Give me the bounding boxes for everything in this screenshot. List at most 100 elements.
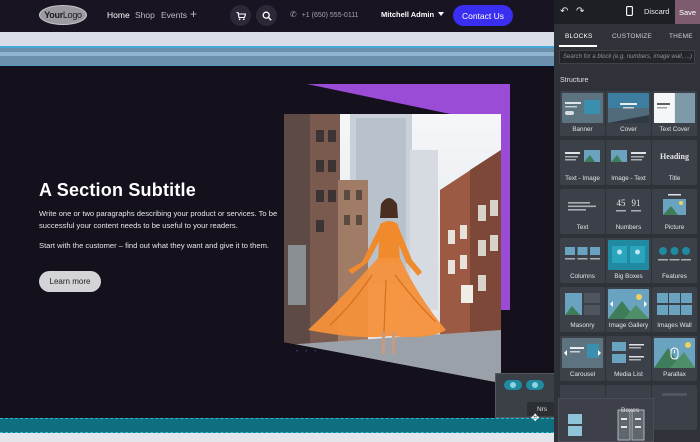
- section-divider-blue[interactable]: [0, 46, 554, 66]
- discard-button[interactable]: Discard: [644, 7, 669, 16]
- block-label: Banner: [572, 126, 593, 133]
- search-button[interactable]: [256, 5, 277, 26]
- site-navbar: Your Logo Home Shop Events + ✆ +1 (650) 55…: [0, 0, 554, 32]
- tab-blocks[interactable]: BLOCKS: [565, 33, 593, 40]
- website-preview: Your Logo Home Shop Events + ✆ +1 (650) 55…: [0, 0, 554, 442]
- drag-placeholder-block: [558, 398, 654, 442]
- street-photo: [284, 114, 501, 383]
- hero-paragraph-2[interactable]: Start with the customer – find out what …: [39, 240, 279, 252]
- block-label: Text Cover: [659, 126, 690, 133]
- phone-contact[interactable]: ✆ +1 (650) 555-0111: [290, 10, 358, 19]
- editor-screen: Your Logo Home Shop Events + ✆ +1 (650) 55…: [0, 0, 700, 442]
- block-row7-3[interactable]: [652, 385, 697, 430]
- block-label: Image Gallery: [608, 322, 649, 329]
- decorative-dots: •••: [296, 349, 324, 355]
- block-text-image[interactable]: Text - Image: [560, 140, 605, 185]
- block-image-gallery[interactable]: Image Gallery: [606, 287, 651, 332]
- block-carousel[interactable]: Carousel: [560, 336, 605, 381]
- section-divider-bottom: [0, 433, 554, 442]
- learn-more-button[interactable]: Learn more: [39, 271, 101, 292]
- nav-shop[interactable]: Shop: [135, 10, 155, 20]
- chevron-down-icon: [438, 12, 445, 16]
- user-menu[interactable]: Mitchell Admin: [381, 10, 445, 19]
- cart-icon: [236, 11, 246, 20]
- block-parallax[interactable]: Parallax: [652, 336, 697, 381]
- move-cursor-icon: ✥: [531, 413, 540, 424]
- tab-theme[interactable]: THEME: [669, 33, 693, 40]
- contact-us-button[interactable]: Contact Us: [453, 5, 513, 26]
- masonry-thumbnail: [562, 289, 603, 319]
- block-image-text[interactable]: Image - Text: [606, 140, 651, 185]
- block-masonry[interactable]: Masonry: [560, 287, 605, 332]
- block-big-boxes[interactable]: Big Boxes: [606, 238, 651, 283]
- tab-customize[interactable]: CUSTOMIZE: [612, 33, 652, 40]
- block-label: Parallax: [663, 371, 686, 378]
- block-features[interactable]: Features: [652, 238, 697, 283]
- user-name: Mitchell Admin: [381, 10, 435, 19]
- title-thumb-text: Heading: [660, 152, 689, 161]
- add-menu-item-icon[interactable]: +: [190, 8, 197, 20]
- block-picture[interactable]: Picture: [652, 189, 697, 234]
- numbers-thumb-a: 45: [617, 198, 627, 208]
- numbers-thumb-b: 91: [632, 198, 641, 208]
- cart-button[interactable]: [230, 5, 251, 26]
- block-cover[interactable]: Cover: [606, 91, 651, 136]
- undo-icon[interactable]: ↶: [560, 6, 568, 18]
- block-label: Text: [576, 224, 589, 231]
- structure-section-title: Structure: [560, 77, 589, 84]
- block-label: Features: [662, 273, 687, 280]
- block-label: Text - Image: [565, 175, 600, 182]
- banner-thumbnail: [562, 93, 603, 123]
- redo-icon[interactable]: ↷: [576, 6, 584, 18]
- block-label: Carousel: [569, 371, 596, 378]
- mobile-preview-icon[interactable]: [626, 6, 633, 20]
- boxes-label: Boxes: [621, 407, 640, 414]
- text-cover-thumbnail: [654, 93, 695, 123]
- block-label: Masonry: [570, 322, 595, 329]
- block-label: Image - Text: [611, 175, 646, 182]
- columns-thumbnail: [562, 240, 603, 270]
- logo-text-1: Your: [44, 10, 63, 20]
- active-tab-indicator: [559, 45, 597, 47]
- hero-paragraph-1[interactable]: Write one or two paragraphs describing y…: [39, 208, 279, 232]
- block-columns[interactable]: Columns: [560, 238, 605, 283]
- drop-zone-band[interactable]: [0, 418, 554, 433]
- block-text-cover[interactable]: Text Cover: [652, 91, 697, 136]
- block-banner[interactable]: Banner: [560, 91, 605, 136]
- block-label: Images Wall: [657, 322, 692, 329]
- block-numbers[interactable]: 45 91 Numbers: [606, 189, 651, 234]
- editor-sidebar: ↶ ↷ Discard Save BLOCKS CUSTOMIZE THEME …: [554, 0, 700, 442]
- block-images-wall[interactable]: Images Wall: [652, 287, 697, 332]
- carousel-thumbnail: [562, 338, 603, 368]
- text-image-thumbnail: [562, 142, 603, 172]
- block-label: Media List: [614, 371, 643, 378]
- block-label: Title: [668, 175, 681, 182]
- block-title[interactable]: Heading Title: [652, 140, 697, 185]
- editor-toolbar: ↶ ↷ Discard Save: [554, 0, 700, 24]
- section-divider-light: [0, 32, 554, 46]
- phone-icon: ✆: [290, 10, 297, 19]
- logo-text-2: Logo: [62, 10, 82, 20]
- section-subtitle[interactable]: A Section Subtitle: [39, 180, 196, 201]
- nav-home[interactable]: Home: [107, 10, 130, 20]
- block-label: Numbers: [615, 224, 642, 231]
- picture-thumbnail: [654, 191, 695, 221]
- nav-events[interactable]: Events: [161, 10, 187, 20]
- block-text[interactable]: Text: [560, 189, 605, 234]
- row7-3-thumbnail: [654, 387, 695, 417]
- block-label: Big Boxes: [614, 273, 643, 280]
- block-search-input[interactable]: Search for a block (e.g. numbers, image …: [559, 50, 695, 64]
- features-thumbnail: [654, 240, 695, 270]
- media-list-thumbnail: [608, 338, 649, 368]
- cover-thumbnail: [608, 93, 649, 123]
- block-media-list[interactable]: Media List: [606, 336, 651, 381]
- image-gallery-thumbnail: [608, 289, 649, 319]
- block-label: Cover: [620, 126, 637, 133]
- save-button[interactable]: Save: [675, 0, 700, 24]
- title-thumbnail: Heading: [654, 142, 695, 172]
- block-label: Columns: [570, 273, 595, 280]
- numbers-thumbnail: 45 91: [608, 191, 649, 221]
- hero-photo[interactable]: [270, 82, 510, 392]
- text-thumbnail: [562, 191, 603, 221]
- site-logo[interactable]: Your Logo: [39, 5, 87, 25]
